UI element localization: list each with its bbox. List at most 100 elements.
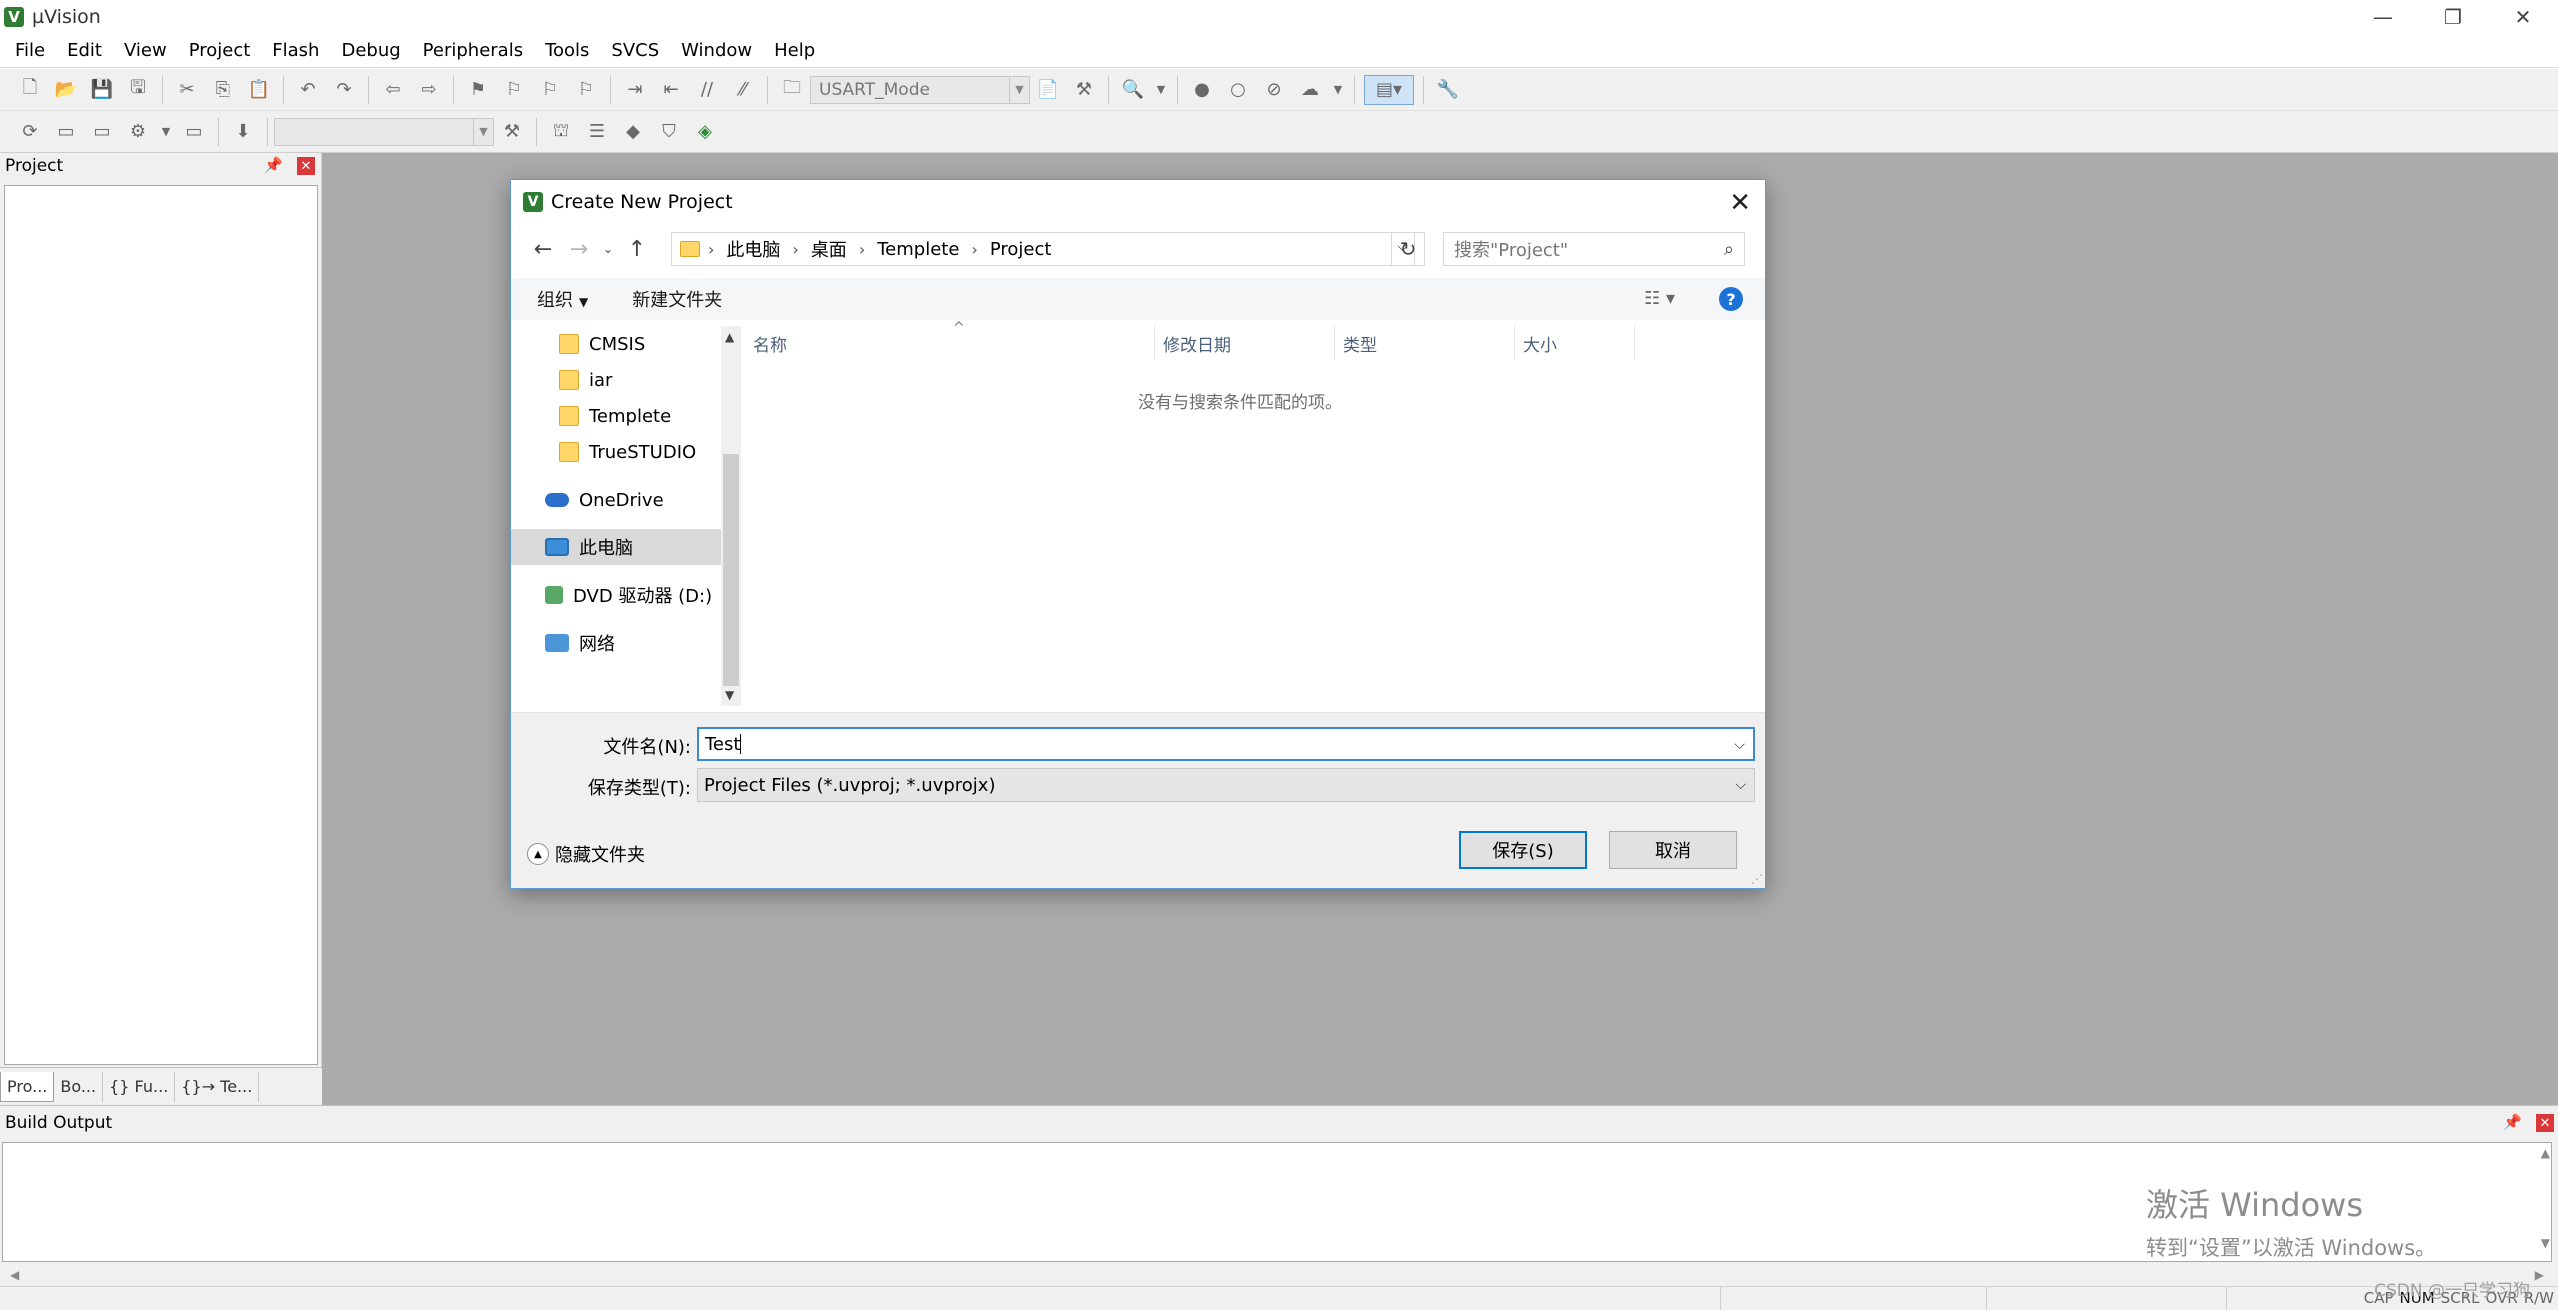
new-folder-button[interactable]: 新建文件夹: [632, 286, 722, 312]
menu-edit[interactable]: Edit: [56, 34, 113, 68]
menu-view[interactable]: View: [113, 34, 178, 68]
forward-arrow-icon[interactable]: →: [561, 231, 597, 267]
column-type[interactable]: 类型: [1335, 326, 1515, 360]
menu-peripherals[interactable]: Peripherals: [412, 34, 534, 68]
target-options-icon[interactable]: ⚒: [497, 117, 527, 147]
kill-breakpoints-icon[interactable]: ⊘: [1259, 75, 1289, 105]
breadcrumb-project[interactable]: Project: [990, 239, 1052, 260]
scroll-right-icon[interactable]: ▶: [2535, 1268, 2544, 1282]
organize-button[interactable]: 组织 ▼: [537, 286, 588, 312]
manage-project-icon[interactable]: ⛫: [546, 117, 576, 147]
nav-item-dvd-drive[interactable]: DVD 驱动器 (D:): [511, 577, 721, 613]
nav-item-this-pc[interactable]: 此电脑: [511, 529, 721, 565]
chevron-right-icon[interactable]: ›: [859, 240, 865, 259]
up-arrow-icon[interactable]: ↑: [619, 231, 655, 267]
build-target-combo[interactable]: ▼: [274, 117, 494, 146]
search-icon[interactable]: ⌕: [1724, 239, 1734, 260]
back-arrow-icon[interactable]: ←: [525, 231, 561, 267]
menu-file[interactable]: File: [4, 34, 56, 68]
chevron-down-icon[interactable]: ⌵: [1734, 737, 1745, 753]
menu-help[interactable]: Help: [763, 34, 826, 68]
navigation-scrollbar[interactable]: ▲ ▼: [721, 326, 741, 706]
scroll-down-icon[interactable]: ▼: [2541, 1236, 2550, 1250]
build-icon[interactable]: ▭: [51, 117, 81, 147]
bookmark-prev-icon[interactable]: ⚐: [499, 75, 529, 105]
breadcrumb-desktop[interactable]: 桌面: [811, 236, 847, 262]
project-tree[interactable]: [4, 185, 318, 1065]
address-bar[interactable]: › 此电脑 › 桌面 › Templete › Project ⌵: [671, 232, 1415, 266]
menu-project[interactable]: Project: [178, 34, 262, 68]
chevron-down-icon[interactable]: ▼: [159, 117, 173, 147]
nav-item-iar[interactable]: iar: [511, 362, 721, 398]
view-options-icon[interactable]: ☷ ▾: [1644, 288, 1675, 309]
restore-button[interactable]: ❐: [2418, 0, 2488, 34]
nav-item-cmsis[interactable]: CMSIS: [511, 326, 721, 362]
tab-books[interactable]: Bo...: [54, 1071, 104, 1102]
comment-icon[interactable]: //: [692, 75, 722, 105]
breadcrumb-templete[interactable]: Templete: [877, 239, 959, 260]
copy-icon[interactable]: ⎘: [208, 75, 238, 105]
rebuild-icon[interactable]: ▭: [87, 117, 117, 147]
close-icon[interactable]: ✕: [297, 157, 315, 175]
menu-svcs[interactable]: SVCS: [600, 34, 670, 68]
tab-templates[interactable]: {}→ Te...: [175, 1071, 260, 1102]
zoom-icon[interactable]: 🔍: [1118, 75, 1148, 105]
close-icon[interactable]: ✕: [2536, 1114, 2554, 1132]
manage-runtime-icon[interactable]: ⛉: [654, 117, 684, 147]
chevron-right-icon[interactable]: ›: [708, 240, 714, 259]
save-icon[interactable]: 💾: [87, 75, 117, 105]
search-input[interactable]: 搜索"Project" ⌕: [1443, 232, 1745, 266]
dialog-close-icon[interactable]: ✕: [1729, 188, 1751, 218]
recent-locations-icon[interactable]: ⌄: [597, 231, 619, 267]
nav-item-network[interactable]: 网络: [511, 625, 721, 661]
chevron-down-icon[interactable]: ▼: [1331, 75, 1345, 105]
target-combo[interactable]: USART_Mode ▼: [810, 75, 1030, 104]
chevron-right-icon[interactable]: ›: [971, 240, 977, 259]
incremental-find-icon[interactable]: ⚒: [1069, 75, 1099, 105]
nav-back-icon[interactable]: ⇦: [378, 75, 408, 105]
indent-icon[interactable]: ⇥: [620, 75, 650, 105]
scroll-up-icon[interactable]: ▲: [2541, 1146, 2550, 1160]
paste-icon[interactable]: 📋: [244, 75, 274, 105]
configure-icon[interactable]: 🔧: [1433, 75, 1463, 105]
close-window-button[interactable]: ✕: [2488, 0, 2558, 34]
scrollbar-thumb[interactable]: [723, 454, 739, 686]
translate-icon[interactable]: ⟳: [15, 117, 45, 147]
nav-item-templete[interactable]: Templete: [511, 398, 721, 434]
bookmark-next-icon[interactable]: ⚐: [535, 75, 565, 105]
unindent-icon[interactable]: ⇤: [656, 75, 686, 105]
window-layout-icon[interactable]: ▤▾: [1364, 74, 1414, 105]
disable-breakpoint-icon[interactable]: ○: [1223, 75, 1253, 105]
filename-field[interactable]: Test ⌵: [697, 727, 1755, 761]
breakpoint-icon[interactable]: ●: [1187, 75, 1217, 105]
help-icon[interactable]: ?: [1719, 287, 1743, 311]
horizontal-scrollbar[interactable]: ◀ ▶: [2, 1264, 2552, 1286]
column-size[interactable]: 大小: [1515, 326, 1635, 360]
column-name[interactable]: 名称: [745, 326, 1155, 360]
cancel-button[interactable]: 取消: [1609, 831, 1737, 869]
scroll-left-icon[interactable]: ◀: [10, 1268, 19, 1282]
bookmark-icon[interactable]: ⚑: [463, 75, 493, 105]
nav-item-onedrive[interactable]: OneDrive: [511, 482, 721, 518]
stop-build-icon[interactable]: ▭: [179, 117, 209, 147]
column-modified-date[interactable]: 修改日期: [1155, 326, 1335, 360]
resize-grip-icon[interactable]: ⋰: [1751, 872, 1763, 886]
pin-icon[interactable]: 📌: [2503, 1113, 2522, 1131]
minimize-button[interactable]: —: [2348, 0, 2418, 34]
refresh-icon[interactable]: ↻: [1391, 232, 1425, 266]
scroll-up-icon[interactable]: ▲: [725, 330, 734, 344]
filetype-select[interactable]: Project Files (*.uvproj; *.uvprojx) ⌵: [697, 768, 1755, 802]
pin-icon[interactable]: 📌: [264, 156, 283, 174]
nav-forward-icon[interactable]: ⇨: [414, 75, 444, 105]
menu-tools[interactable]: Tools: [534, 34, 600, 68]
select-packs-icon[interactable]: ◆: [618, 117, 648, 147]
bookmark-clear-icon[interactable]: ⚐: [571, 75, 601, 105]
file-list[interactable]: ^ 名称 修改日期 类型 大小 没有与搜索条件匹配的项。: [745, 320, 1765, 706]
breadcrumb-this-pc[interactable]: 此电脑: [726, 236, 780, 262]
manage-books-icon[interactable]: ☰: [582, 117, 612, 147]
chevron-down-icon[interactable]: ▼: [1154, 75, 1168, 105]
hide-folders-toggle[interactable]: ▲ 隐藏文件夹: [527, 841, 645, 867]
uncomment-icon[interactable]: ⁄⁄: [728, 75, 758, 105]
batch-build-icon[interactable]: ⚙: [123, 117, 153, 147]
trace-icon[interactable]: ☁: [1295, 75, 1325, 105]
